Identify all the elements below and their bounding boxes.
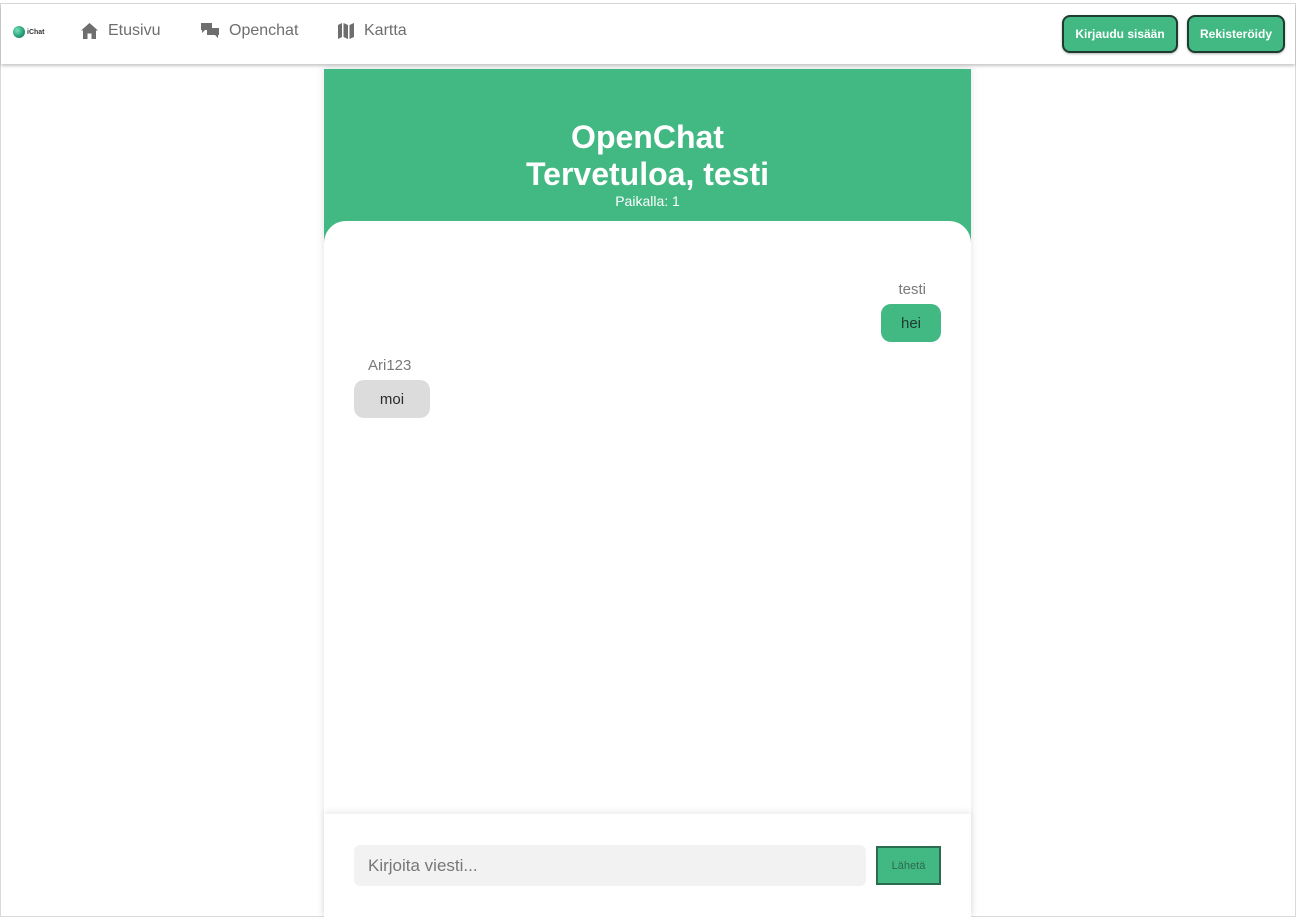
login-button[interactable]: Kirjaudu sisään xyxy=(1062,15,1178,53)
register-button[interactable]: Rekisteröidy xyxy=(1187,15,1285,53)
logo-text: iChat xyxy=(27,28,45,36)
home-icon xyxy=(80,22,99,40)
welcome-heading: Tervetuloa, testi xyxy=(525,156,770,192)
logo[interactable]: iChat xyxy=(13,26,45,38)
message-list[interactable]: testi hei Ari123 moi xyxy=(324,221,971,813)
composer: Lähetä xyxy=(324,814,971,917)
message-username: testi xyxy=(898,281,926,298)
logo-icon xyxy=(13,26,25,38)
message-bubble-own: hei xyxy=(881,304,941,342)
online-count: Paikalla: 1 xyxy=(615,193,680,209)
chat-bubbles-icon xyxy=(200,22,220,40)
map-icon xyxy=(337,22,355,40)
nav-item-label: Kartta xyxy=(364,22,407,39)
nav-item-openchat[interactable]: Openchat xyxy=(200,22,298,40)
message-username: Ari123 xyxy=(368,357,412,374)
top-navbar: iChat Etusivu Openchat Kartta Kirjaudu s… xyxy=(1,4,1295,64)
nav-item-label: Etusivu xyxy=(108,22,161,39)
send-button[interactable]: Lähetä xyxy=(876,846,941,885)
message-input[interactable] xyxy=(354,845,866,886)
chat-title: OpenChat xyxy=(571,119,724,155)
nav-item-etusivu[interactable]: Etusivu xyxy=(80,22,160,40)
chat-panel: OpenChat Tervetuloa, testi Paikalla: 1 t… xyxy=(324,69,971,917)
nav-item-label: Openchat xyxy=(229,22,299,39)
nav-item-kartta[interactable]: Kartta xyxy=(337,22,407,40)
message-bubble-other: moi xyxy=(354,380,430,418)
